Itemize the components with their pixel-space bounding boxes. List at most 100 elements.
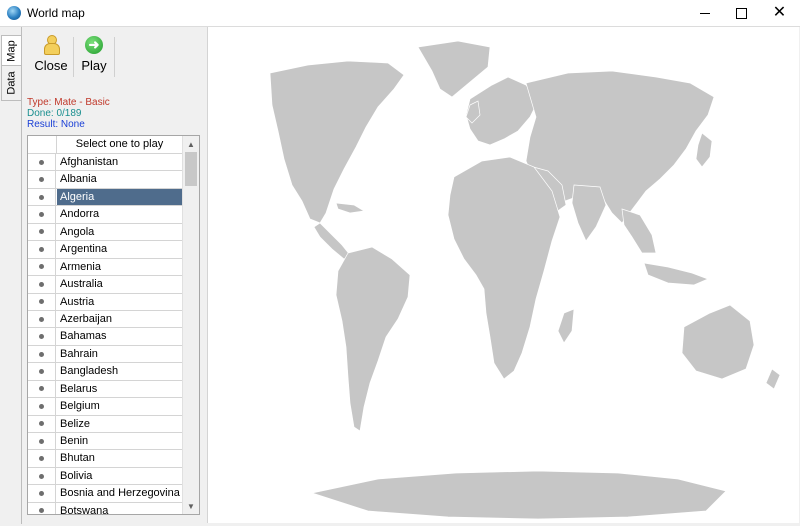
- bullet-icon: [28, 293, 56, 310]
- toolbar-divider: [114, 37, 115, 77]
- cuba[interactable]: [335, 202, 366, 214]
- bullet-icon: [28, 485, 56, 502]
- country-name: Benin: [60, 435, 89, 447]
- bullet-icon: [28, 433, 56, 450]
- world-map[interactable]: [207, 27, 799, 523]
- country-name: Bolivia: [60, 469, 93, 482]
- bullet-icon: [28, 276, 56, 293]
- list-header-label: Select one to play: [75, 138, 164, 150]
- close-button-label: Close: [34, 58, 68, 73]
- play-button[interactable]: ➜ Play: [81, 35, 107, 79]
- bullet-icon: [28, 363, 56, 380]
- world-map-canvas[interactable]: [208, 27, 799, 523]
- country-name: Bosnia and Herzegovina: [60, 487, 180, 500]
- minimize-icon: [700, 12, 710, 14]
- australia[interactable]: [681, 304, 755, 380]
- result-text: Result: None: [27, 119, 85, 130]
- bullet-icon: [28, 415, 56, 432]
- country-name: Bahrain: [60, 347, 98, 360]
- country-list[interactable]: Select one to play Afghanistan Albania Alg…: [27, 135, 200, 515]
- list-header: Select one to play: [28, 136, 182, 154]
- madagascar[interactable]: [557, 308, 575, 344]
- list-item[interactable]: Andorra: [28, 206, 182, 224]
- toolbar-divider: [73, 37, 74, 77]
- list-item[interactable]: Austria: [28, 293, 182, 311]
- country-name: Azerbaijan: [60, 312, 112, 325]
- window-title: World map: [27, 6, 85, 20]
- pawn-icon: [42, 35, 60, 55]
- list-item[interactable]: Argentina: [28, 241, 182, 259]
- list-item[interactable]: Benin: [28, 433, 182, 451]
- list-item[interactable]: Belgium: [28, 398, 182, 416]
- side-panel: Close ➜ Play Type: Mate - Basic Done: 0/…: [21, 27, 206, 524]
- list-scrollbar[interactable]: ▲ ▼: [182, 136, 199, 514]
- country-name: Belarus: [60, 382, 98, 395]
- south-america[interactable]: [335, 246, 411, 432]
- country-name: Botswana: [60, 504, 109, 515]
- client-area: Map Data Close ➜ Play Type: Mate - Basic…: [0, 26, 800, 526]
- game-type-text: Type: Mate - Basic: [27, 97, 110, 108]
- bullet-icon: [28, 450, 56, 467]
- country-name: Belize: [60, 417, 90, 430]
- list-item[interactable]: Angola: [28, 223, 182, 242]
- close-window-button[interactable]: ✕: [759, 0, 800, 26]
- list-item[interactable]: Afghanistan: [28, 154, 182, 172]
- list-item[interactable]: Belarus: [28, 380, 182, 399]
- scroll-up-icon[interactable]: ▲: [183, 136, 199, 152]
- list-item[interactable]: Botswana: [28, 502, 182, 515]
- bullet-icon: [28, 171, 56, 188]
- close-button[interactable]: Close: [34, 35, 68, 79]
- progress-text: Done: 0/189: [27, 108, 82, 119]
- scroll-thumb[interactable]: [185, 152, 197, 186]
- bullet-icon: [28, 328, 56, 345]
- list-item[interactable]: Armenia: [28, 258, 182, 277]
- country-name: Afghanistan: [60, 156, 119, 168]
- southeast-asia[interactable]: [621, 208, 657, 254]
- maximize-button[interactable]: [723, 0, 759, 26]
- list-item[interactable]: Algeria: [28, 188, 182, 207]
- country-name: Algeria: [57, 188, 182, 206]
- country-name: Bhutan: [60, 452, 95, 465]
- country-name: Australia: [60, 278, 103, 291]
- central-america[interactable]: [313, 222, 351, 260]
- play-button-label: Play: [81, 58, 107, 73]
- list-item[interactable]: Australia: [28, 276, 182, 294]
- bullet-icon: [28, 310, 56, 328]
- tab-map-label: Map: [5, 40, 18, 62]
- indonesia[interactable]: [643, 262, 709, 286]
- list-item[interactable]: Bahrain: [28, 345, 182, 364]
- bullet-icon: [28, 223, 56, 241]
- greenland[interactable]: [417, 40, 491, 98]
- bullet-icon: [28, 345, 56, 363]
- new-zealand[interactable]: [765, 368, 781, 390]
- list-item[interactable]: Belize: [28, 415, 182, 433]
- minimize-button[interactable]: [687, 0, 723, 26]
- title-bar: World map ✕: [0, 0, 800, 26]
- north-america[interactable]: [269, 60, 405, 224]
- india[interactable]: [571, 184, 607, 242]
- bullet-icon: [28, 380, 56, 398]
- bullet-icon: [28, 241, 56, 258]
- list-item[interactable]: Bosnia and Herzegovina: [28, 485, 182, 503]
- tab-data[interactable]: Data: [1, 65, 22, 101]
- list-item[interactable]: Bolivia: [28, 467, 182, 486]
- list-item[interactable]: Azerbaijan: [28, 310, 182, 329]
- list-item[interactable]: Bangladesh: [28, 363, 182, 381]
- country-name: Armenia: [60, 260, 101, 273]
- scroll-down-icon[interactable]: ▼: [183, 498, 199, 514]
- list-rows: Afghanistan Albania Algeria Andorra Angola Ar…: [28, 154, 182, 515]
- country-name: Angola: [60, 225, 95, 238]
- bullet-icon: [28, 398, 56, 415]
- list-item[interactable]: Bahamas: [28, 328, 182, 346]
- bullet-icon: [28, 258, 56, 276]
- list-item[interactable]: Albania: [28, 171, 182, 189]
- bullet-icon: [28, 154, 56, 171]
- arrow-right-icon: ➜: [85, 36, 103, 54]
- list-item[interactable]: Bhutan: [28, 450, 182, 468]
- japan[interactable]: [695, 132, 713, 168]
- country-name: Austria: [60, 295, 95, 308]
- tab-map[interactable]: Map: [1, 35, 21, 67]
- bullet-icon: [28, 502, 56, 514]
- africa[interactable]: [447, 156, 561, 380]
- antarctica[interactable]: [310, 470, 727, 520]
